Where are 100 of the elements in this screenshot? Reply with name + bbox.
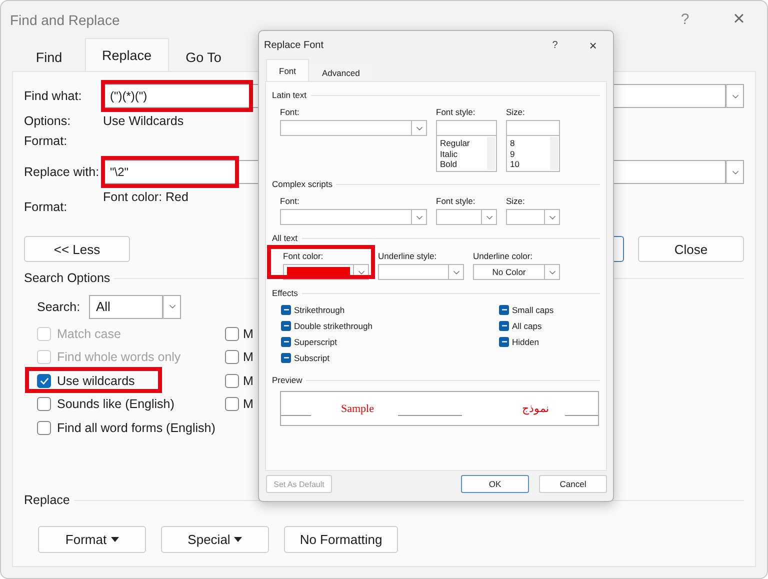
checkbox[interactable] <box>499 337 509 347</box>
field-label: Font: <box>280 195 300 207</box>
checkbox-label: Find all word forms (English) <box>57 420 216 435</box>
tab[interactable]: Font <box>266 59 310 81</box>
chevron-down-icon <box>732 170 738 174</box>
checkbox-label: Find whole words only <box>57 350 181 364</box>
chevron-down-icon <box>416 214 422 220</box>
checkbox[interactable] <box>281 305 291 315</box>
checkbox[interactable] <box>281 337 291 347</box>
checkbox[interactable] <box>281 353 291 363</box>
checkbox-label: Subscript <box>294 353 330 363</box>
window-title: Find and Replace <box>9 12 121 28</box>
help-button[interactable]: ? <box>545 40 565 50</box>
checkbox-label: Double strikethrough <box>294 321 372 331</box>
window-title: Replace Font <box>263 40 324 50</box>
checkbox[interactable] <box>37 374 51 388</box>
chevron-down-icon <box>548 270 556 274</box>
dash-icon <box>284 325 288 327</box>
size-dropdown[interactable] <box>506 209 560 225</box>
section-title: Replace <box>24 493 70 507</box>
close-button[interactable]: × <box>729 8 749 31</box>
caret-icon <box>110 537 119 542</box>
close-button[interactable]: × <box>583 38 603 52</box>
options-value: Use Wildcards <box>103 114 184 128</box>
font-dropdown[interactable] <box>280 209 427 225</box>
checkbox[interactable] <box>225 397 239 412</box>
checkbox-label: M <box>243 326 254 341</box>
preview-text: نموذج <box>522 402 549 415</box>
checkbox-label: Use wildcards <box>57 374 135 388</box>
checkbox[interactable] <box>499 321 509 331</box>
toolbar-button[interactable]: Format <box>38 526 146 553</box>
dash-icon <box>284 341 288 343</box>
chevron-down-icon <box>486 214 492 220</box>
dash-icon <box>502 325 506 327</box>
font-style-list[interactable]: Regular Italic Bold <box>436 136 497 172</box>
checkbox[interactable] <box>37 420 51 435</box>
checkbox[interactable] <box>225 374 239 388</box>
dash-icon <box>502 309 506 311</box>
dropdown-button[interactable] <box>726 160 744 184</box>
group-title: Complex scripts <box>272 179 332 189</box>
tab[interactable]: Replace <box>85 38 169 71</box>
field-label: Font: <box>280 106 300 118</box>
field-label: Find what: <box>24 89 83 103</box>
preview-text: Sample <box>341 402 374 414</box>
field-label: Format: <box>24 200 68 214</box>
chevron-down-icon <box>358 270 364 274</box>
checkbox-label: M <box>243 397 254 412</box>
toolbar-button[interactable]: Special <box>161 526 269 553</box>
field-label: Font color: <box>283 251 324 261</box>
checkbox[interactable] <box>225 350 239 364</box>
chevron-down-icon <box>548 214 556 220</box>
field-label: Replace with: <box>24 165 100 179</box>
caret-icon <box>234 537 242 542</box>
chevron-down-icon <box>732 94 738 98</box>
checkbox-label: M <box>243 350 254 364</box>
checkbox-label: Sounds like (English) <box>57 397 174 412</box>
chevron-down-icon <box>168 304 176 309</box>
dash-icon <box>284 309 288 311</box>
field-label: Underline color: <box>473 250 534 262</box>
group-title: Preview <box>272 375 302 385</box>
size-field[interactable] <box>506 120 560 136</box>
field-label: Underline style: <box>378 250 438 262</box>
checkbox-label: All caps <box>512 321 542 331</box>
font-dropdown[interactable] <box>280 120 427 136</box>
font-style-field[interactable] <box>436 120 497 136</box>
chevron-down-icon <box>416 126 422 130</box>
dash-icon <box>502 341 506 343</box>
checkbox[interactable] <box>37 397 51 412</box>
font-style-dropdown[interactable] <box>436 209 497 225</box>
size-list[interactable]: 8 9 10 <box>506 136 560 172</box>
dialog-button[interactable]: OK <box>461 475 529 493</box>
less-button[interactable]: << Less <box>24 236 130 262</box>
underline-style-dropdown[interactable] <box>378 264 464 280</box>
field-label: Format: <box>24 134 68 148</box>
checkbox[interactable] <box>281 321 291 331</box>
group-title: All text <box>272 233 298 243</box>
format-value: Font color: Red <box>103 190 188 204</box>
close-dialog-button[interactable]: Close <box>638 236 744 262</box>
checkbox[interactable] <box>225 326 239 341</box>
field-label: Font style: <box>436 195 476 207</box>
checkbox-label: Small caps <box>512 305 554 315</box>
dash-icon <box>284 357 288 359</box>
checkbox-label: Superscript <box>294 337 337 347</box>
field-label: Search: <box>37 300 82 314</box>
checkbox-label: M <box>243 374 254 388</box>
dropdown-button[interactable] <box>726 84 744 108</box>
field-label: Size: <box>506 195 526 207</box>
check-icon <box>40 376 48 385</box>
field-label: Size: <box>506 106 526 118</box>
checkbox-label: Hidden <box>512 337 539 347</box>
dialog-button[interactable]: Cancel <box>539 475 607 493</box>
checkbox[interactable] <box>499 305 509 315</box>
group-title: Effects <box>272 288 298 298</box>
checkbox-label: Match case <box>57 326 121 341</box>
field-label: Options: <box>24 114 72 128</box>
group-title: Latin text <box>272 90 306 100</box>
toolbar-button[interactable]: No Formatting <box>284 526 398 553</box>
checkbox-label: Strikethrough <box>294 305 345 315</box>
field-label: Font style: <box>436 106 476 118</box>
section-title: Search Options <box>24 271 110 285</box>
